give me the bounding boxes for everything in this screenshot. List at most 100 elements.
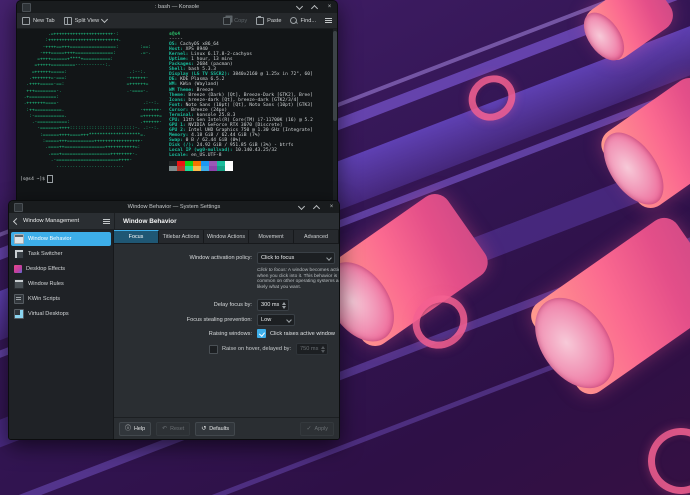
defaults-label: Defaults [209,426,229,432]
window-rules-icon [14,279,24,289]
minimize-button[interactable] [298,204,305,211]
konsole-window-title: : bash — Konsole [17,4,337,10]
help-button[interactable]: ⓘ Help [119,422,151,436]
delay-focus-value: 300 ms [261,302,279,308]
policy-description: Click to focus: A window becomes active … [257,268,340,290]
raise-on-hover-checkbox[interactable] [209,345,218,354]
reset-button[interactable]: ↶ Reset [156,422,190,436]
palette-swatch [185,166,193,171]
konsole-toolbar: New Tab Split View Copy Paste Find... [17,13,337,29]
desktop-effects-icon [14,265,22,273]
raise-on-hover-label: Raise on hover, delayed by: [222,346,291,352]
konsole-titlebar[interactable]: : bash — Konsole × [17,1,337,13]
maximize-button[interactable] [311,4,318,11]
tab-titlebar-actions[interactable]: Titlebar Actions [159,230,204,243]
activation-policy-value: Click to focus [261,255,323,261]
system-settings-window: Window Behavior — System Settings × Wind… [8,200,340,440]
settings-footer: ⓘ Help ↶ Reset ↺ Defaults ✓ Apply [114,417,339,439]
description-lead: Click to focus: [257,268,287,273]
page-title: Window Behavior [115,218,177,225]
wallpaper-ring [635,415,690,495]
palette-swatch [169,166,177,171]
copy-label: Copy [234,18,247,24]
click-raises-label: Click raises active window [270,331,335,337]
chevron-down-icon [101,16,108,23]
desktop: : bash — Konsole × New Tab Split View Co… [0,0,690,495]
tab-advanced[interactable]: Advanced [294,230,339,243]
palette-swatch [193,166,201,171]
stepper-arrows-icon[interactable] [282,302,286,309]
find-button[interactable]: Find... [290,17,316,24]
new-tab-button[interactable]: New Tab [22,17,55,25]
terminal-viewport[interactable]: .=++++++++++++++++++++++-: :++++++++++++… [17,29,337,203]
prompt-text: [s@s4 ~]$ [20,177,45,182]
sidebar-item-label: Window Behavior [28,236,72,242]
activation-policy-label: Window activation policy: [114,255,257,261]
apply-label: Apply [315,426,329,432]
terminal-scrollbar[interactable] [333,29,337,203]
sidebar-item-label: KWin Scripts [28,296,60,302]
chevron-down-icon [286,317,292,323]
cachyos-ascii-logo: .=++++++++++++++++++++++-: :++++++++++++… [21,32,162,171]
chevron-down-icon [326,255,332,261]
settings-sidebar: Window Behavior Task Switcher Desktop Effe… [9,230,114,439]
hover-delay-spinbox[interactable]: 750 ms [296,343,328,355]
minimize-button[interactable] [296,4,303,11]
settings-titlebar[interactable]: Window Behavior — System Settings × [9,201,339,213]
apply-button[interactable]: ✓ Apply [300,422,334,436]
close-button[interactable]: × [326,4,333,11]
sidebar-item-label: Window Rules [28,281,64,287]
delay-focus-label: Delay focus by: [114,302,257,308]
copy-button[interactable]: Copy [223,17,247,25]
back-chevron-icon [13,217,20,224]
sidebar-item-task-switcher[interactable]: Task Switcher [11,247,111,261]
focus-stealing-dropdown[interactable]: Low [257,314,295,326]
fetch-line: Locale: en_US.UTF-8 [169,153,313,158]
tab-bar: FocusTitlebar ActionsWindow ActionsMovem… [114,230,339,244]
kwin-scripts-icon [14,294,24,304]
defaults-button[interactable]: ↺ Defaults [195,422,235,436]
new-tab-label: New Tab [33,18,55,24]
terminal-color-palette [169,161,233,171]
sidebar-item-kwin-scripts[interactable]: KWin Scripts [11,292,111,306]
sidebar-item-label: Task Switcher [28,251,63,257]
sidebar-menu-button[interactable] [103,219,110,224]
raising-windows-label: Raising windows: [114,331,257,337]
cylinder-opening [576,6,632,68]
tab-movement[interactable]: Movement [249,230,294,243]
focus-stealing-label: Focus stealing prevention: [114,317,257,323]
split-view-label: Split View [75,18,99,24]
settings-header: Window Management Window Behavior [9,213,339,230]
focus-stealing-value: Low [261,317,283,323]
split-view-button[interactable]: Split View [64,17,107,25]
close-button[interactable]: × [328,204,335,211]
sidebar-item-virtual-desktops[interactable]: Virtual Desktops [11,307,111,321]
defaults-icon: ↺ [201,426,206,432]
stepper-arrows-icon [321,346,325,353]
palette-swatch [201,166,209,171]
search-icon [290,17,297,24]
click-raises-checkbox[interactable] [257,329,266,338]
tab-window-actions[interactable]: Window Actions [204,230,249,243]
activation-policy-dropdown[interactable]: Click to focus [257,252,335,264]
breadcrumb[interactable]: Window Management [9,213,115,229]
maximize-icon [313,204,320,211]
delay-focus-spinbox[interactable]: 300 ms [257,299,289,311]
maximize-icon [311,4,318,11]
sidebar-item-desktop-effects[interactable]: Desktop Effects [11,262,111,276]
task-switcher-icon [14,249,24,259]
sidebar-item-window-rules[interactable]: Window Rules [11,277,111,291]
split-view-icon [64,17,72,25]
scrollbar-thumb[interactable] [333,31,337,121]
new-tab-icon [22,17,30,25]
maximize-button[interactable] [313,204,320,211]
back-label: Window Management [23,218,99,224]
tab-focus[interactable]: Focus [114,230,159,243]
menu-button[interactable] [325,18,332,23]
minimize-icon [298,202,305,209]
wallpaper-cylinder [525,212,690,401]
sidebar-item-window-behavior[interactable]: Window Behavior [11,232,111,246]
paste-button[interactable]: Paste [256,17,281,25]
fastfetch-output: s@s4-----OS: CachyOS x86_64Host: XPS 894… [169,32,313,158]
apply-icon: ✓ [306,426,311,432]
